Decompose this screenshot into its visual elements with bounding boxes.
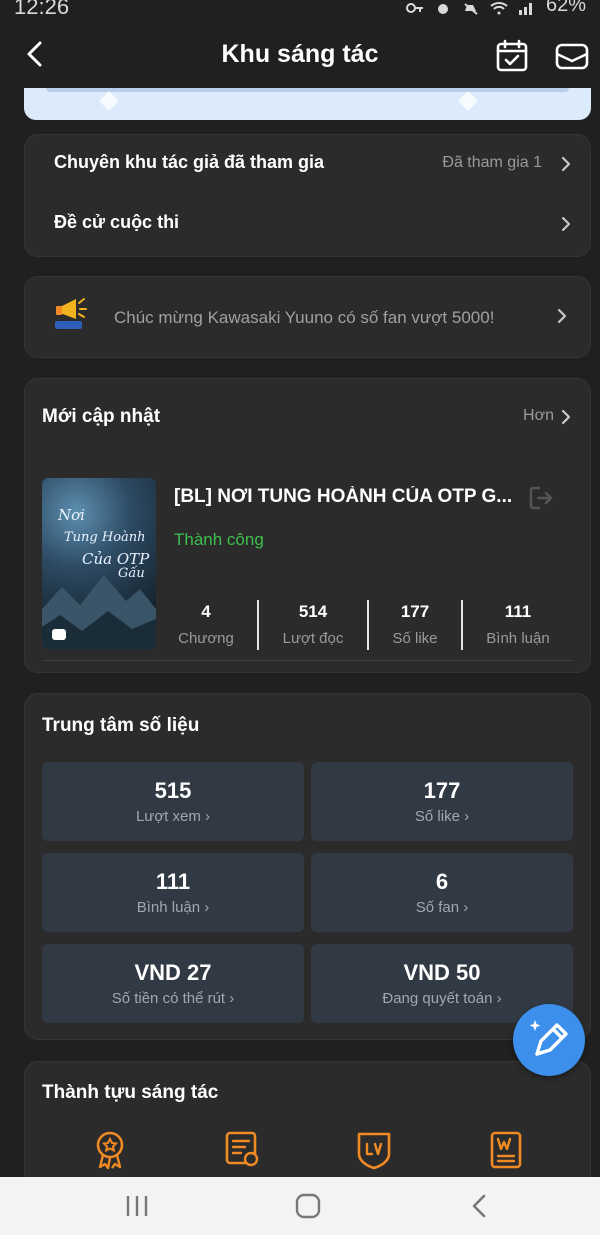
tile-label: Bình luận — [136, 899, 201, 916]
chevron-right-icon — [561, 156, 571, 172]
tile-label: Đang quyết toán — [382, 990, 493, 1007]
status-bar: 12:26 62% — [0, 0, 600, 19]
chevron-right-icon: › — [204, 899, 210, 916]
cover-title-line: Tung Hoành — [64, 530, 146, 545]
tile-label: Lượt xem — [135, 808, 201, 825]
home-icon[interactable] — [288, 1191, 328, 1221]
divider — [42, 660, 573, 661]
likes-tile[interactable]: 177 Số like › — [311, 762, 573, 841]
joined-zones-value: Đã tham gia 1 — [442, 154, 542, 171]
tile-value: 177 — [423, 778, 461, 803]
stat-divider — [257, 600, 259, 650]
writer-badge-icon[interactable] — [488, 1130, 524, 1170]
author-links-card: Chuyên khu tác giả đã tham gia Đã tham g… — [24, 134, 591, 257]
megaphone-icon — [55, 298, 87, 329]
wifi-icon — [490, 1, 508, 14]
exit-icon[interactable] — [528, 485, 554, 511]
chevron-right-icon: › — [464, 808, 470, 825]
tile-value: 111 — [155, 869, 191, 894]
chevron-right-icon[interactable] — [560, 408, 572, 426]
recent-apps-icon[interactable] — [117, 1191, 157, 1221]
tile-value: 515 — [154, 778, 192, 803]
tile-value: 6 — [435, 869, 449, 894]
withdrawable-tile[interactable]: VND 27 Số tiền có thể rút › — [42, 944, 304, 1023]
stat-label: Bình luận — [486, 630, 550, 647]
sparkle-icon — [458, 91, 478, 111]
calendar-check-icon[interactable] — [494, 38, 530, 74]
joined-zones-row[interactable]: Chuyên khu tác giả đã tham gia Đã tham g… — [25, 135, 590, 195]
back-nav-icon[interactable] — [460, 1191, 500, 1221]
stat-divider — [367, 600, 369, 650]
stat-value: 4 — [201, 602, 211, 621]
mute-icon — [464, 2, 478, 15]
key-icon — [405, 2, 423, 13]
notice-card[interactable]: Chúc mừng Kawasaki Yuuno có số fan vượt … — [24, 276, 591, 358]
tile-value: VND 27 — [134, 960, 212, 985]
chevron-right-icon — [561, 216, 571, 232]
tile-label: Số like — [414, 808, 460, 825]
status-time: 12:26 — [14, 0, 70, 19]
signal-icon — [518, 2, 532, 15]
story-cover[interactable]: Nơi Tung Hoành Của OTP Gấu — [42, 478, 156, 649]
certificate-icon[interactable] — [224, 1130, 260, 1170]
stat-divider — [461, 600, 463, 650]
story-status: Thành công — [174, 530, 264, 549]
story-title[interactable]: [BL] NƠI TUNG HOÀNH CỦA OTP G... — [174, 486, 534, 508]
stat-value: 111 — [504, 602, 532, 621]
stat-value: 514 — [298, 602, 328, 621]
tile-label: Số tiền có thể rút — [111, 990, 226, 1007]
alarm-icon — [437, 3, 448, 14]
stat-reads: 514 Lượt đọc — [270, 602, 356, 647]
stat-chapters: 4 Chương — [174, 602, 238, 647]
contest-nominate-row[interactable]: Đề cử cuộc thi — [25, 195, 590, 255]
mail-icon[interactable] — [554, 38, 590, 74]
more-link[interactable]: Hơn — [523, 407, 554, 425]
top-app-bar: Khu sáng tác — [0, 18, 600, 90]
chevron-right-icon: › — [229, 990, 235, 1007]
battery-percent: 62% — [545, 0, 586, 16]
chevron-right-icon: › — [463, 899, 469, 916]
contest-nominate-label: Đề cử cuộc thi — [54, 212, 180, 232]
stat-label: Lượt đọc — [282, 630, 344, 647]
stat-comments: 111 Bình luận — [473, 602, 563, 647]
recent-updates-card: Mới cập nhật Hơn Nơi Tung Hoành Của OTP … — [24, 378, 591, 673]
sparkle-icon — [99, 91, 119, 111]
comment-badge-icon — [52, 629, 66, 640]
data-center-card: Trung tâm số liệu 515 Lượt xem › 177 Số … — [24, 693, 591, 1040]
data-center-title: Trung tâm số liệu — [42, 715, 200, 736]
chevron-right-icon — [557, 308, 567, 324]
pencil-icon — [529, 1020, 568, 1056]
stat-value: 177 — [400, 602, 430, 621]
chevron-right-icon: › — [496, 990, 502, 1007]
banner-bar — [46, 88, 569, 92]
fans-tile[interactable]: 6 Số fan › — [311, 853, 573, 932]
level-badge-icon[interactable] — [356, 1130, 392, 1170]
stat-likes: 177 Số like — [377, 602, 453, 647]
tile-value: VND 50 — [403, 960, 481, 985]
cover-title-line: Nơi — [58, 506, 85, 524]
medal-icon[interactable] — [92, 1130, 128, 1170]
comments-tile[interactable]: 111 Bình luận › — [42, 853, 304, 932]
views-tile[interactable]: 515 Lượt xem › — [42, 762, 304, 841]
stat-label: Số like — [392, 630, 438, 647]
notice-text: Chúc mừng Kawasaki Yuuno có số fan vượt … — [114, 308, 495, 327]
promo-banner[interactable] — [24, 88, 591, 120]
status-icons: 62% — [405, 0, 586, 17]
write-fab-button[interactable] — [513, 1004, 585, 1076]
joined-zones-label: Chuyên khu tác giả đã tham gia — [54, 152, 325, 172]
tile-label: Số fan — [415, 899, 460, 916]
achievements-title: Thành tựu sáng tác — [42, 1082, 219, 1103]
stat-label: Chương — [178, 630, 234, 647]
recent-updates-title: Mới cập nhật — [42, 406, 161, 427]
chevron-right-icon: › — [205, 808, 211, 825]
system-nav-bar — [0, 1177, 600, 1235]
cover-title-line: Gấu — [118, 566, 145, 581]
